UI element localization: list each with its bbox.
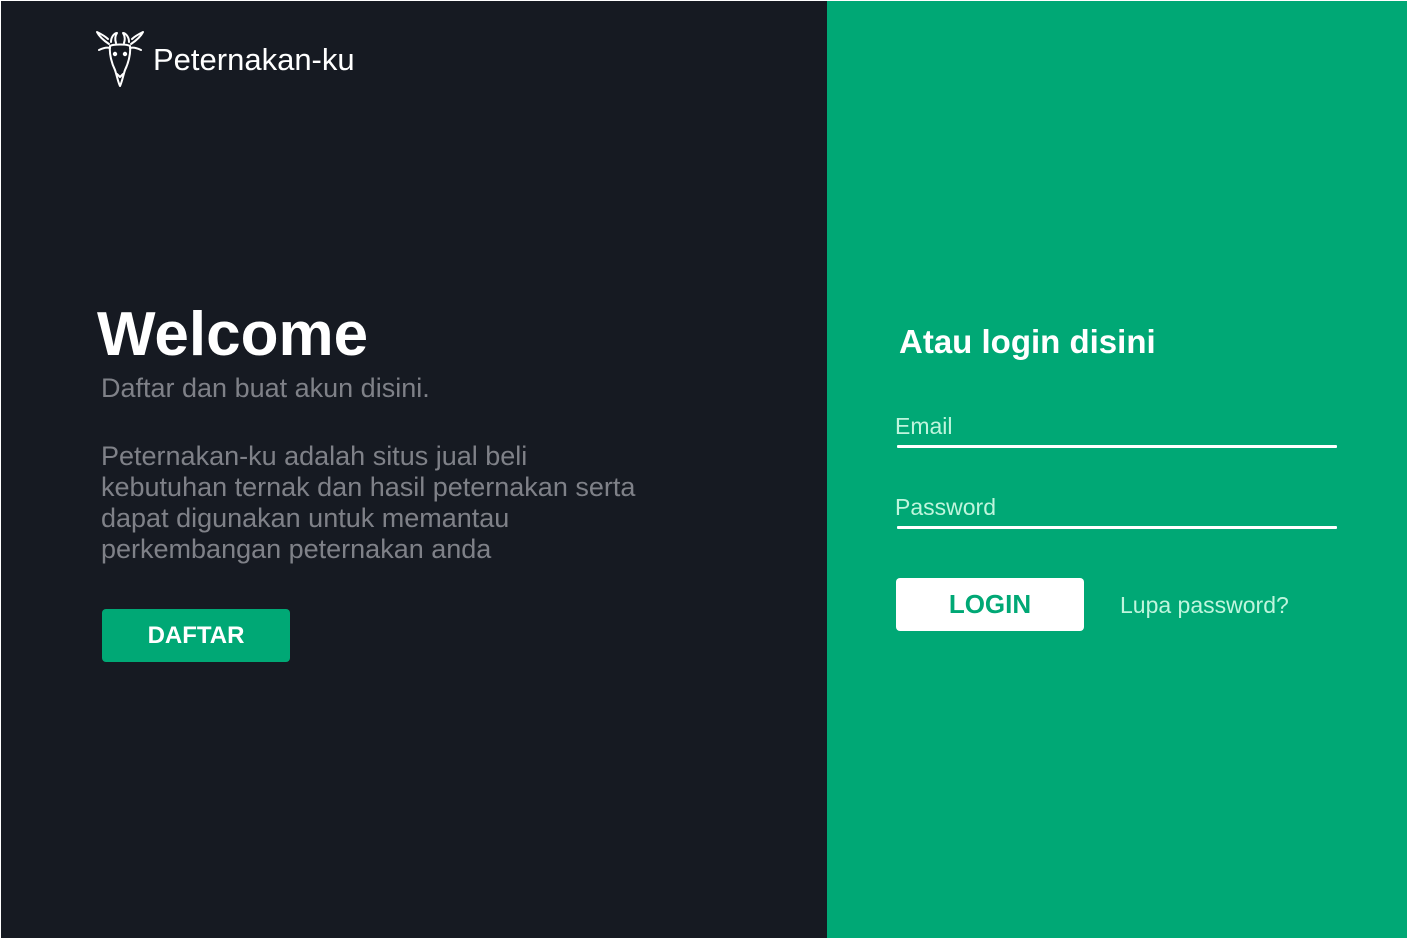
- email-underline: [897, 445, 1337, 448]
- login-button[interactable]: LOGIN: [896, 578, 1084, 631]
- password-underline: [897, 526, 1337, 529]
- register-button[interactable]: DAFTAR: [102, 609, 290, 662]
- forgot-password-link[interactable]: Lupa password?: [1120, 592, 1289, 619]
- brand-logo[interactable]: Peternakan-ku: [95, 30, 355, 88]
- email-input[interactable]: [895, 410, 1337, 442]
- welcome-description: Peternakan-ku adalah situs jual beli keb…: [101, 441, 636, 564]
- goat-head-icon: [95, 30, 145, 88]
- brand-name: Peternakan-ku: [153, 41, 355, 77]
- password-input[interactable]: [895, 491, 1337, 523]
- login-panel: [827, 1, 1407, 938]
- welcome-title: Welcome: [97, 300, 369, 369]
- email-field-group: [895, 410, 1337, 448]
- welcome-subtitle: Daftar dan buat akun disini.: [101, 373, 430, 403]
- login-page: Peternakan-ku Welcome Daftar dan buat ak…: [0, 0, 1408, 939]
- login-title: Atau login disini: [899, 323, 1156, 360]
- password-field-group: [895, 491, 1337, 529]
